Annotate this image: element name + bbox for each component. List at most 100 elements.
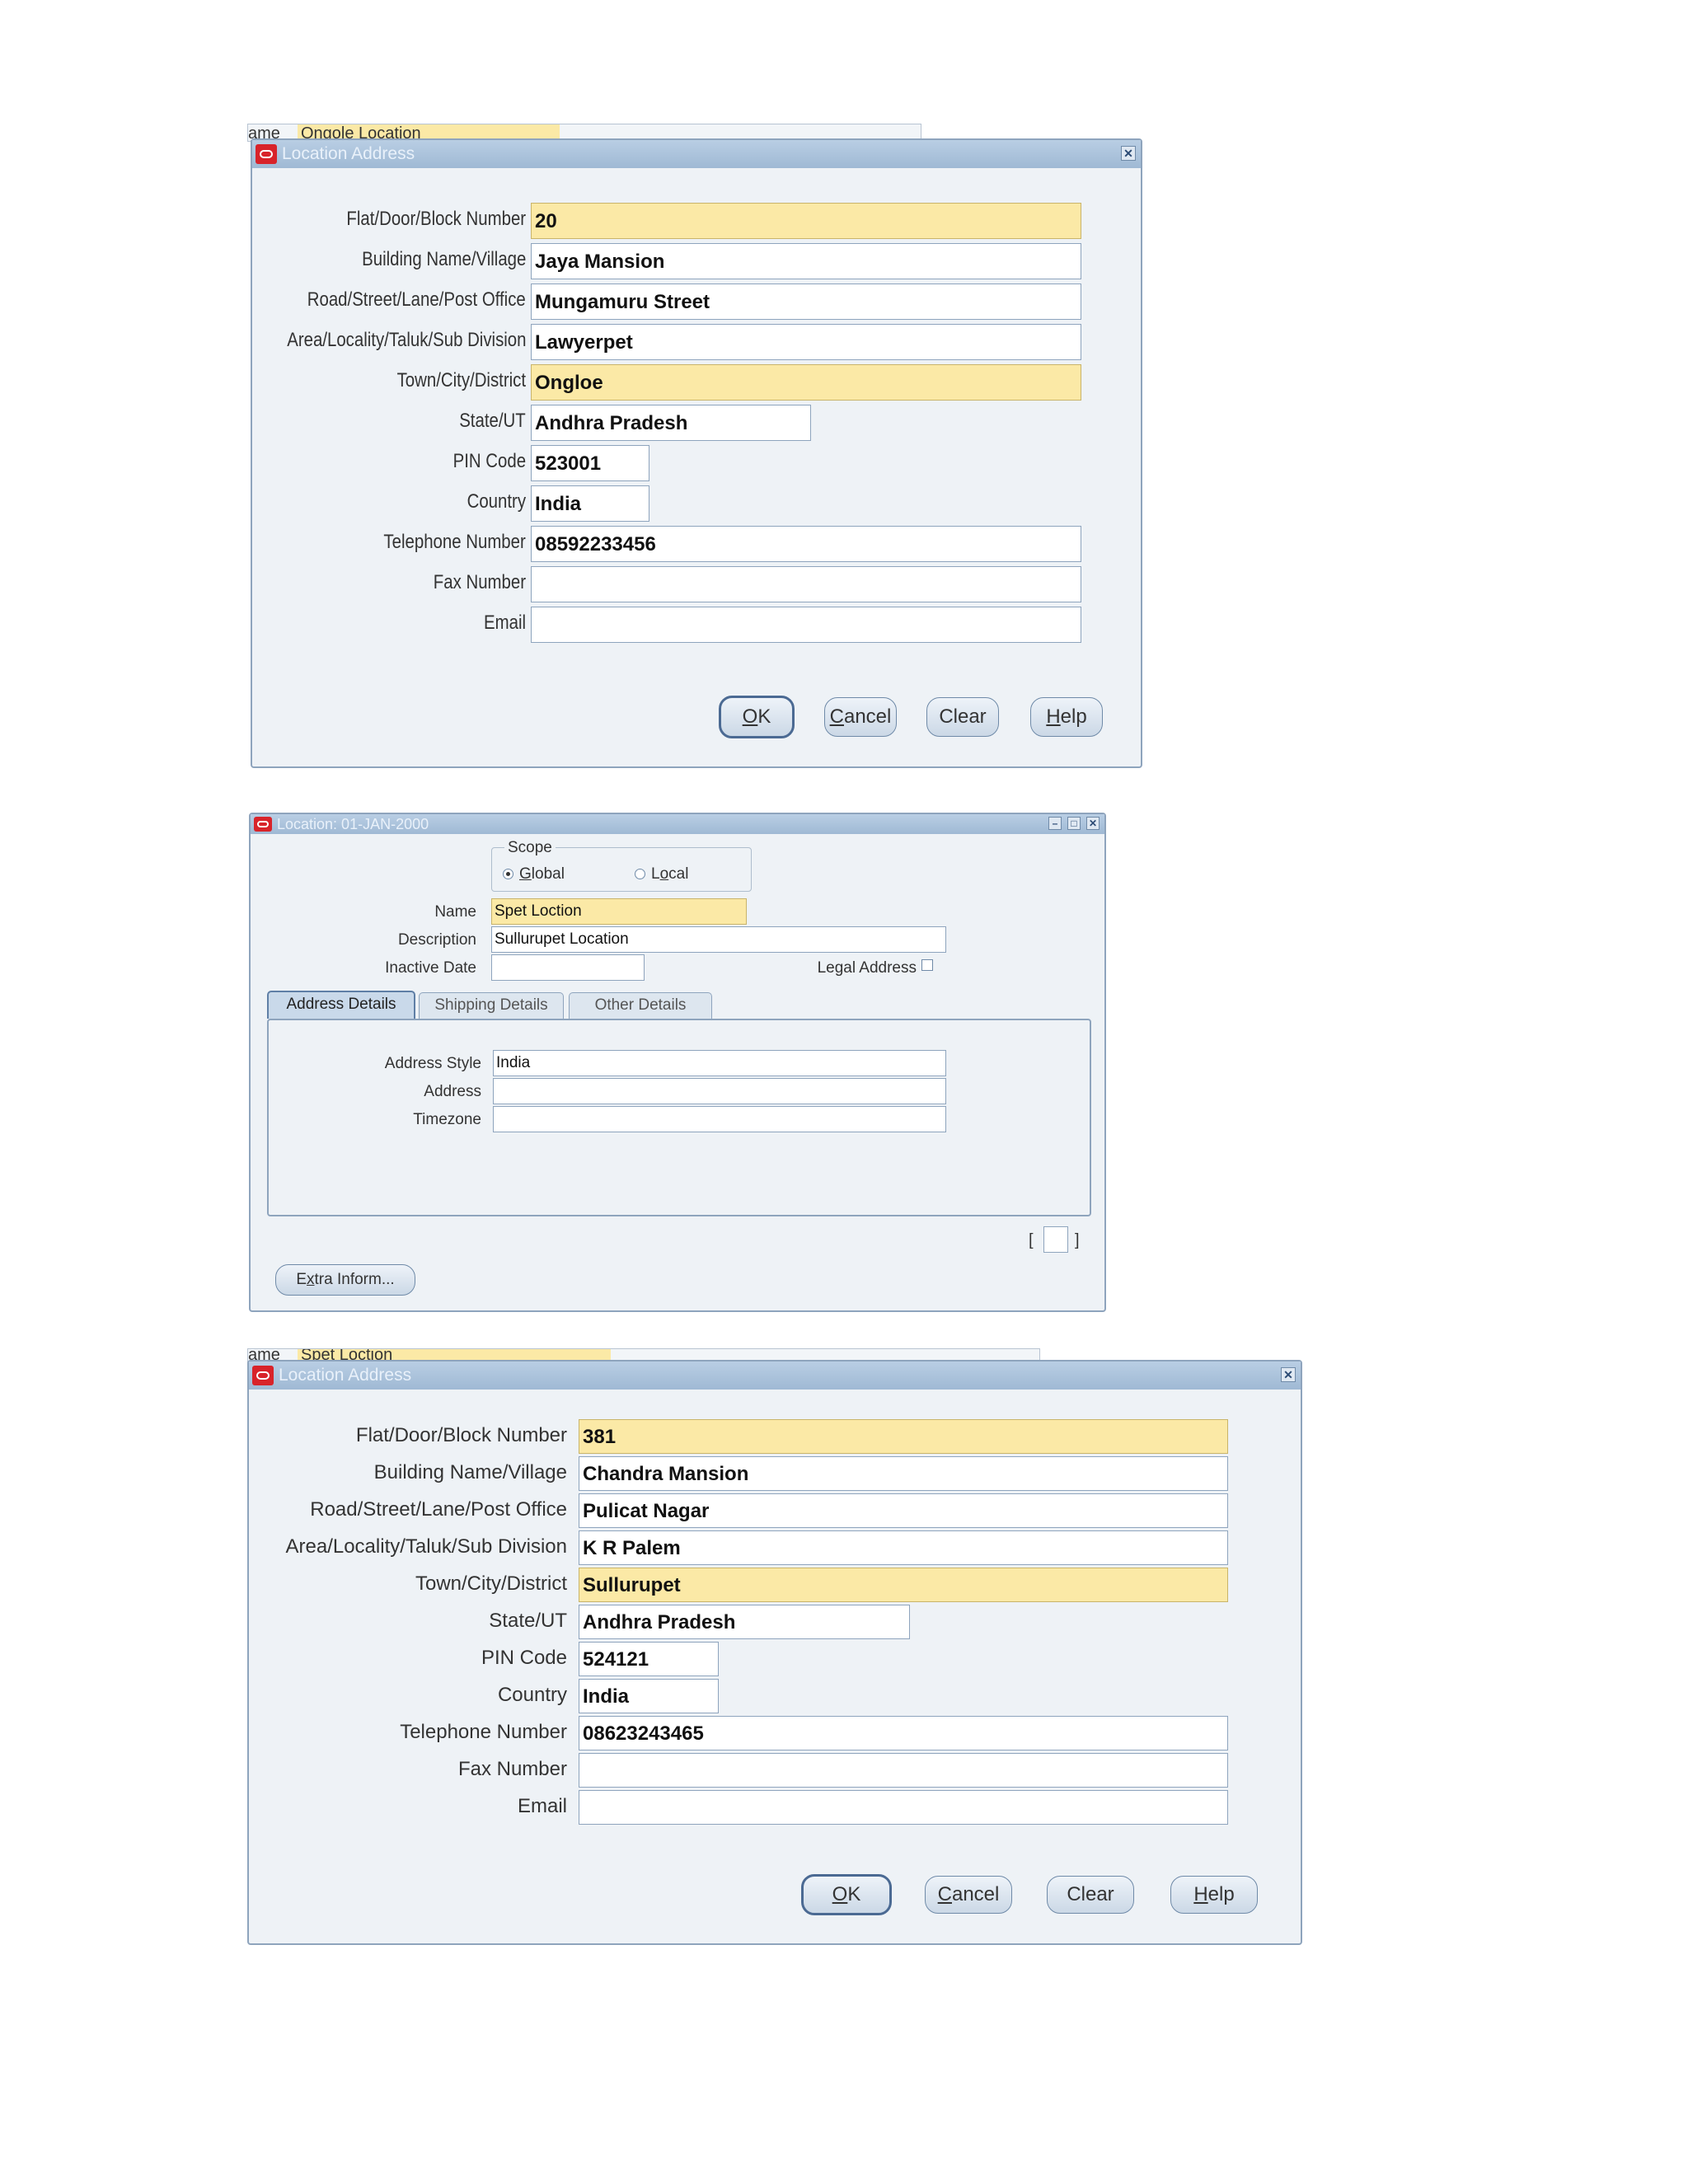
cancel-button[interactable]: Cancel [925, 1876, 1012, 1914]
flat-door-block-label: Flat/Door/Block Number [346, 208, 526, 230]
telephone-number-input[interactable]: 08623243465 [579, 1716, 1228, 1750]
cancel-button[interactable]: Cancel [824, 697, 897, 737]
location-window-titlebar: Location: 01-JAN-2000 – □ ✕ [251, 814, 1104, 834]
state-ut-label: State/UT [489, 1610, 567, 1632]
clear-button[interactable]: Clear [926, 697, 999, 737]
name-label: Name [434, 903, 476, 921]
oracle-logo-icon [256, 144, 277, 164]
cancel-label: ancel [951, 1883, 1000, 1905]
telephone-number-input[interactable]: 08592233456 [531, 526, 1081, 562]
ok-button[interactable]: OK [801, 1874, 892, 1915]
email-input[interactable] [531, 607, 1081, 643]
scope-local-radio[interactable] [635, 869, 645, 879]
maximize-icon[interactable]: □ [1067, 817, 1081, 830]
town-city-input[interactable]: Ongloe [531, 364, 1081, 401]
dialog-title: Location Address [282, 144, 415, 163]
area-locality-input[interactable]: Lawyerpet [531, 324, 1081, 360]
timezone-label: Timezone [413, 1111, 481, 1128]
scope-global-access-key: G [519, 865, 532, 883]
address-details-panel: Address Style India Address Timezone [267, 1019, 1091, 1216]
descriptive-flexfield-input[interactable] [1043, 1226, 1068, 1253]
fax-number-input[interactable] [531, 566, 1081, 602]
cancel-access-key: C [829, 705, 844, 728]
building-name-input[interactable]: Jaya Mansion [531, 243, 1081, 279]
name-input[interactable]: Spet Loction [491, 898, 747, 925]
extra-information-text-pre: E [296, 1271, 307, 1288]
area-locality-input[interactable]: K R Palem [579, 1530, 1228, 1565]
flat-door-block-input[interactable]: 381 [579, 1419, 1228, 1454]
scope-global-radio[interactable] [503, 869, 513, 879]
fax-number-label: Fax Number [457, 1758, 567, 1780]
state-ut-input[interactable]: Andhra Pradesh [579, 1605, 910, 1639]
road-street-input[interactable]: Pulicat Nagar [579, 1493, 1228, 1528]
close-icon[interactable]: ✕ [1281, 1367, 1296, 1382]
building-name-label: Building Name/Village [361, 248, 526, 270]
road-street-label: Road/Street/Lane/Post Office [307, 288, 526, 311]
address-style-label: Address Style [384, 1055, 481, 1072]
close-icon[interactable]: ✕ [1121, 146, 1136, 161]
extra-information-access-key: x [307, 1271, 315, 1288]
cancel-access-key: C [937, 1883, 952, 1905]
tab-shipping-details[interactable]: Shipping Details [419, 992, 564, 1019]
inactive-date-input[interactable] [491, 954, 645, 981]
timezone-input[interactable] [493, 1106, 946, 1132]
email-input[interactable] [579, 1790, 1228, 1825]
scope-global-label[interactable]: Global [519, 865, 565, 883]
location-window-title: Location: 01-JAN-2000 [277, 816, 429, 832]
road-street-input[interactable]: Mungamuru Street [531, 284, 1081, 320]
pin-code-input[interactable]: 523001 [531, 445, 649, 481]
help-label: elp [1060, 705, 1087, 728]
cancel-label: ancel [843, 705, 892, 728]
town-city-input[interactable]: Sullurupet [579, 1568, 1228, 1602]
clear-button[interactable]: Clear [1047, 1876, 1134, 1914]
fax-number-label: Fax Number [433, 571, 526, 593]
telephone-number-label: Telephone Number [400, 1721, 567, 1743]
location-window: Location: 01-JAN-2000 – □ ✕ Scope Global… [249, 813, 1106, 1312]
legal-address-checkbox[interactable] [921, 959, 933, 971]
description-input[interactable]: Sullurupet Location [491, 926, 946, 953]
dialog-titlebar: Location Address ✕ [249, 1361, 1301, 1390]
country-input[interactable]: India [579, 1679, 719, 1713]
telephone-number-label: Telephone Number [383, 531, 526, 553]
address-input[interactable] [493, 1078, 946, 1104]
help-access-key: H [1046, 705, 1061, 728]
state-ut-input[interactable]: Andhra Pradesh [531, 405, 811, 441]
location-address-dialog-1: Location Address ✕ Flat/Door/Block Numbe… [251, 138, 1142, 768]
legal-address-label: Legal Address [817, 959, 917, 977]
address-style-input[interactable]: India [493, 1050, 946, 1076]
pin-code-input[interactable]: 524121 [579, 1642, 719, 1676]
road-street-label: Road/Street/Lane/Post Office [310, 1498, 567, 1521]
help-button[interactable]: Help [1170, 1876, 1258, 1914]
tab-address-details[interactable]: Address Details [267, 991, 415, 1019]
address-label: Address [424, 1083, 481, 1100]
pin-code-label: PIN Code [481, 1647, 567, 1669]
minimize-icon[interactable]: – [1048, 817, 1062, 830]
scope-label: Scope [504, 839, 556, 857]
dialog-title: Location Address [279, 1366, 412, 1385]
email-label: Email [483, 612, 526, 634]
state-ut-label: State/UT [459, 410, 526, 432]
help-button[interactable]: Help [1030, 697, 1103, 737]
scope-local-text-pre: L [651, 865, 660, 883]
country-input[interactable]: India [531, 485, 649, 522]
email-label: Email [517, 1795, 567, 1817]
oracle-logo-icon [254, 817, 272, 832]
tab-other-details[interactable]: Other Details [569, 992, 712, 1019]
flat-door-block-input[interactable]: 20 [531, 203, 1081, 239]
flexfield-bracket-close: ] [1075, 1231, 1080, 1249]
close-icon[interactable]: ✕ [1086, 817, 1100, 830]
extra-information-button[interactable]: Extra Inform... [275, 1264, 415, 1296]
ok-label: K [847, 1883, 861, 1905]
description-label: Description [397, 931, 476, 949]
flat-door-block-label: Flat/Door/Block Number [355, 1424, 567, 1446]
building-name-label: Building Name/Village [373, 1461, 567, 1483]
help-label: elp [1207, 1883, 1235, 1905]
area-locality-label: Area/Locality/Taluk/Sub Division [285, 1535, 568, 1558]
ok-access-key: O [832, 1883, 848, 1905]
dialog-titlebar: Location Address ✕ [252, 140, 1141, 168]
scope-local-label[interactable]: Local [651, 865, 688, 883]
scope-global-text: lobal [531, 865, 565, 883]
ok-button[interactable]: OK [719, 696, 795, 738]
fax-number-input[interactable] [579, 1753, 1228, 1788]
building-name-input[interactable]: Chandra Mansion [579, 1456, 1228, 1491]
